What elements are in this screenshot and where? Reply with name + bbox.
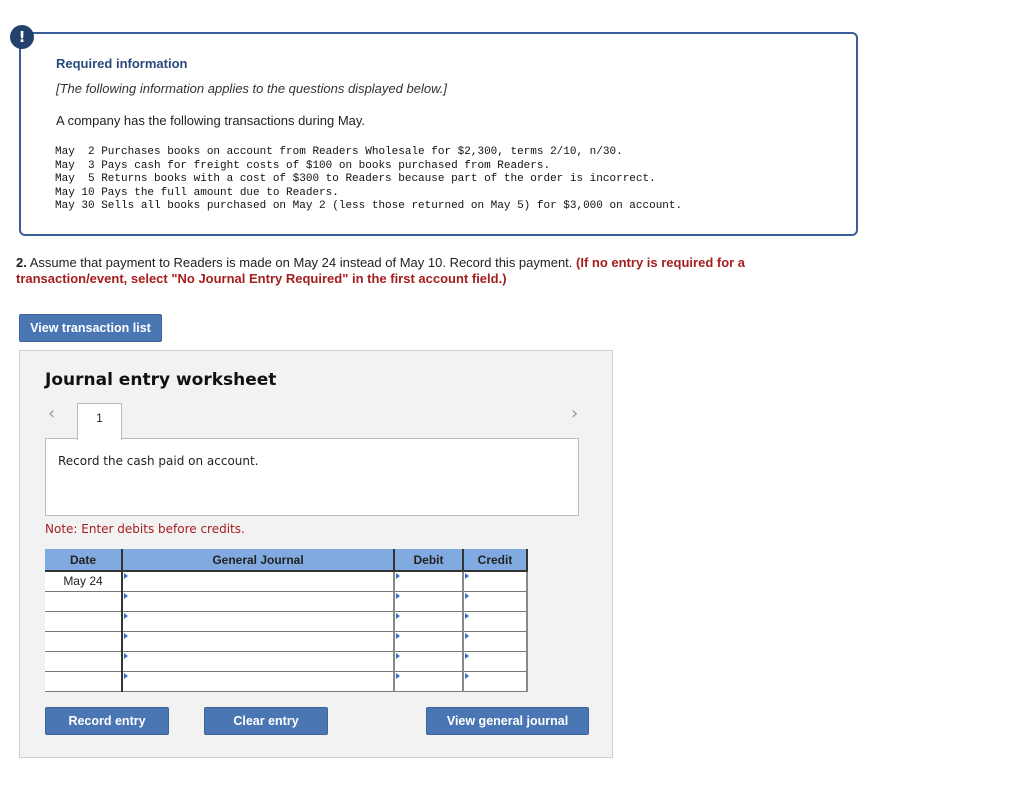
credit-input[interactable] <box>464 671 526 691</box>
debit-input[interactable] <box>395 591 462 611</box>
credit-input[interactable] <box>464 651 526 671</box>
debit-cell[interactable] <box>393 670 464 692</box>
account-input[interactable] <box>123 572 393 591</box>
transaction-item: May 2 Purchases books on account from Re… <box>55 146 623 158</box>
account-input[interactable] <box>123 611 393 631</box>
credit-input[interactable] <box>464 591 526 611</box>
view-general-journal-button[interactable]: View general journal <box>426 707 589 735</box>
date-cell <box>45 631 123 652</box>
transaction-item: May 3 Pays cash for freight costs of $10… <box>55 159 551 172</box>
column-header-date: Date <box>45 549 123 572</box>
account-cell[interactable] <box>121 650 395 672</box>
date-cell <box>45 591 123 612</box>
account-input[interactable] <box>123 651 393 671</box>
credit-cell[interactable] <box>462 670 528 692</box>
date-cell: May 24 <box>45 571 123 592</box>
credit-cell[interactable] <box>462 570 528 592</box>
credit-cell[interactable] <box>462 650 528 672</box>
transaction-item: May 30 Sells all books purchased on May … <box>55 200 683 212</box>
account-cell[interactable] <box>121 590 395 612</box>
credit-input[interactable] <box>464 572 526 591</box>
debit-input[interactable] <box>395 572 462 591</box>
date-cell <box>45 611 123 632</box>
record-entry-button[interactable]: Record entry <box>45 707 169 735</box>
alert-icon: ! <box>10 25 34 49</box>
debit-cell[interactable] <box>393 610 464 632</box>
entry-description: Record the cash paid on account. <box>58 454 259 468</box>
journal-row <box>45 590 528 612</box>
journal-row <box>45 630 528 652</box>
date-cell <box>45 651 123 672</box>
account-cell[interactable] <box>121 670 395 692</box>
clear-entry-button[interactable]: Clear entry <box>204 707 328 735</box>
journal-table: Date General Journal Debit Credit May 24 <box>45 549 528 692</box>
journal-row: May 24 <box>45 570 528 592</box>
required-info-intro: A company has the following transactions… <box>56 113 366 128</box>
journal-row <box>45 670 528 692</box>
required-info-subtitle: [The following information applies to th… <box>56 81 447 96</box>
debit-cell[interactable] <box>393 570 464 592</box>
debit-cell[interactable] <box>393 590 464 612</box>
journal-row <box>45 610 528 632</box>
question-text: Assume that payment to Readers is made o… <box>26 255 577 270</box>
credit-cell[interactable] <box>462 610 528 632</box>
transaction-list: May 2 Purchases books on account from Re… <box>55 146 682 214</box>
debit-input[interactable] <box>395 611 462 631</box>
debit-input[interactable] <box>395 631 462 651</box>
credit-input[interactable] <box>464 611 526 631</box>
view-transaction-list-button[interactable]: View transaction list <box>19 314 162 342</box>
entry-description-box: Record the cash paid on account. <box>45 438 579 516</box>
debit-input[interactable] <box>395 651 462 671</box>
chevron-right-icon[interactable]: › <box>571 403 578 424</box>
account-input[interactable] <box>123 631 393 651</box>
transaction-item: May 10 Pays the full amount due to Reade… <box>55 186 339 199</box>
entry-tab-1[interactable]: 1 <box>77 403 122 440</box>
column-header-debit: Debit <box>394 549 464 572</box>
account-input[interactable] <box>123 591 393 611</box>
credit-cell[interactable] <box>462 590 528 612</box>
column-header-general-journal: General Journal <box>122 549 395 572</box>
account-cell[interactable] <box>121 610 395 632</box>
account-cell[interactable] <box>121 630 395 652</box>
debit-input[interactable] <box>395 671 462 691</box>
chevron-left-icon[interactable]: ‹ <box>48 403 55 424</box>
required-information-panel: ! Required information [The following in… <box>10 25 858 236</box>
credit-input[interactable] <box>464 631 526 651</box>
journal-header-row: Date General Journal Debit Credit <box>45 549 528 572</box>
debit-credit-note: Note: Enter debits before credits. <box>45 522 245 536</box>
debit-cell[interactable] <box>393 630 464 652</box>
question-number: 2. <box>16 255 27 270</box>
journal-entry-worksheet: Journal entry worksheet ‹ 1 › Record the… <box>19 350 613 758</box>
credit-cell[interactable] <box>462 630 528 652</box>
worksheet-title: Journal entry worksheet <box>45 370 277 390</box>
required-info-title: Required information <box>56 56 188 71</box>
date-cell <box>45 671 123 692</box>
transaction-item: May 5 Returns books with a cost of $300 … <box>55 173 656 185</box>
account-input[interactable] <box>123 671 393 691</box>
account-cell[interactable] <box>121 570 395 592</box>
question-prompt: 2. Assume that payment to Readers is mad… <box>16 255 816 287</box>
journal-row <box>45 650 528 672</box>
column-header-credit: Credit <box>463 549 528 572</box>
debit-cell[interactable] <box>393 650 464 672</box>
